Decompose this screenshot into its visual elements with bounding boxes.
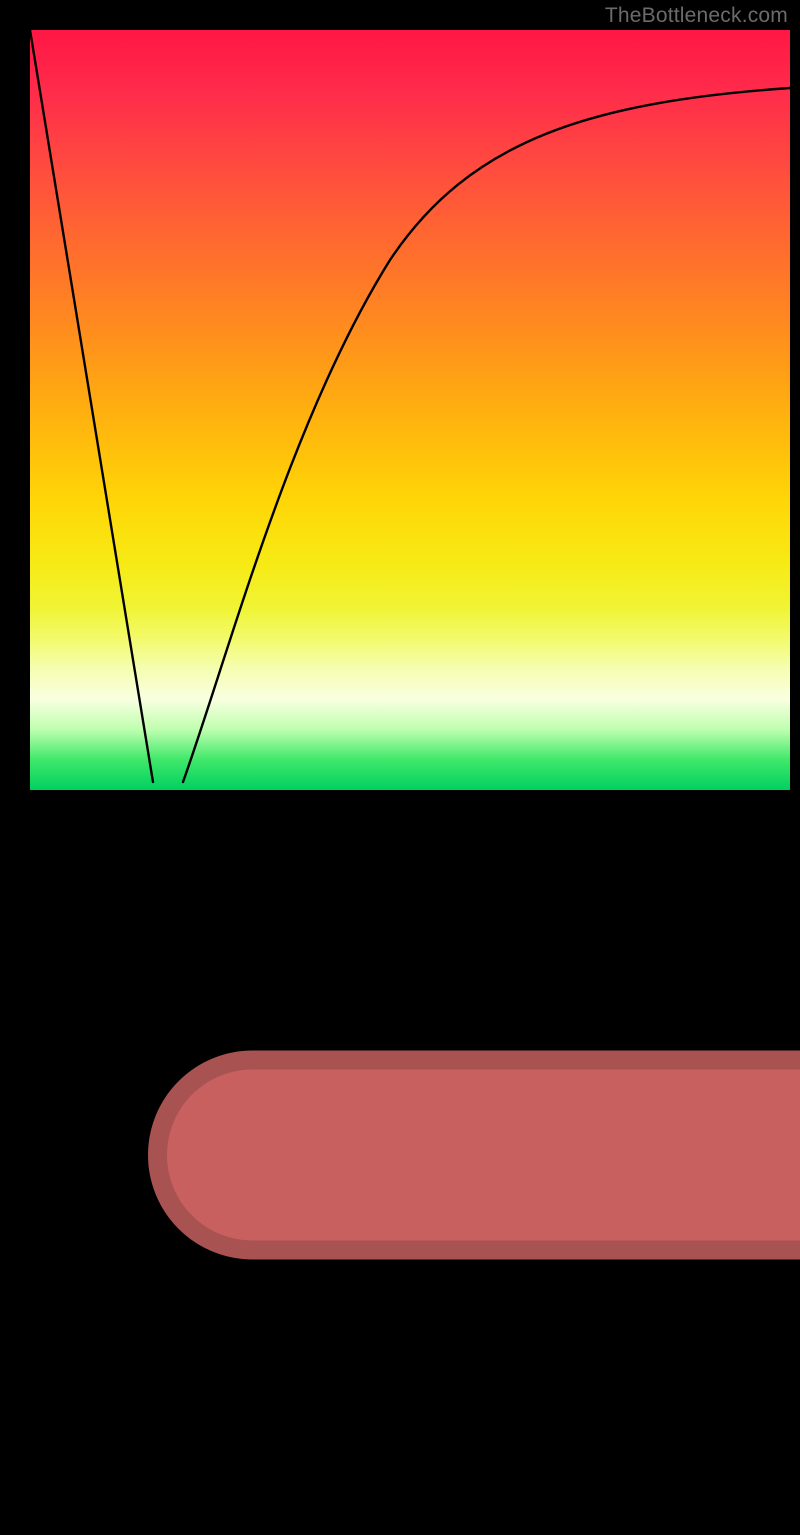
min-marker [148, 775, 800, 1535]
curve-right [183, 88, 790, 782]
curve-layer [30, 30, 790, 790]
curve-left [30, 30, 153, 782]
plot-area [30, 30, 790, 790]
chart-frame: TheBottleneck.com [0, 0, 800, 800]
watermark-text: TheBottleneck.com [605, 4, 788, 28]
